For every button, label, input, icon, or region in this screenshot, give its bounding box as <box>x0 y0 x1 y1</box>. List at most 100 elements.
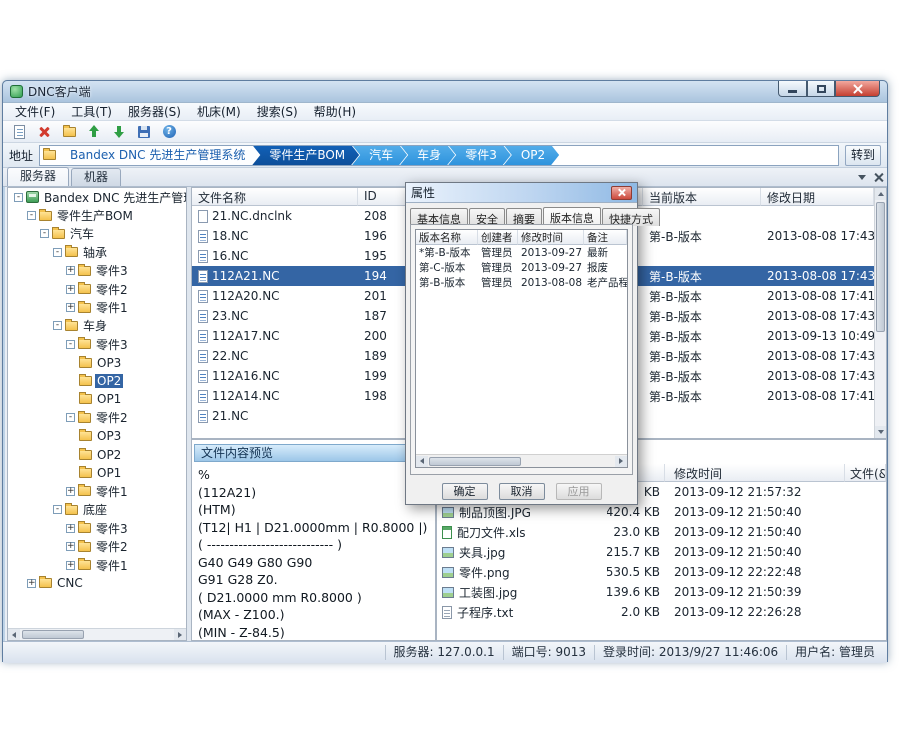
tree-item[interactable]: OP3 <box>8 354 186 372</box>
tree-item[interactable]: +零件3 <box>8 519 186 537</box>
pane-dropdown-icon[interactable] <box>858 175 866 180</box>
version-column-header[interactable]: 修改时间 <box>518 230 584 245</box>
expander-icon[interactable]: + <box>66 266 75 275</box>
column-header-id[interactable]: ID <box>358 188 412 206</box>
tree-item[interactable]: +CNC <box>8 574 186 592</box>
breadcrumb-item[interactable]: 零件3 <box>448 145 511 165</box>
tree-item[interactable]: +零件1 <box>8 298 186 316</box>
go-button[interactable]: 转到 <box>845 145 881 166</box>
menu-item[interactable]: 工具(T) <box>63 102 120 121</box>
tree-item[interactable]: -轴承 <box>8 243 186 261</box>
tree-item[interactable]: OP2 <box>8 372 186 390</box>
scroll-thumb[interactable] <box>22 630 84 639</box>
tree-item[interactable]: +零件2 <box>8 280 186 298</box>
breadcrumb-item[interactable]: 车身 <box>400 145 455 165</box>
menu-item[interactable]: 机床(M) <box>189 102 249 121</box>
version-column-header[interactable]: 备注 <box>584 230 627 245</box>
upload-icon-button[interactable] <box>85 123 103 141</box>
expander-icon[interactable]: + <box>66 542 75 551</box>
expander-icon[interactable]: + <box>66 561 75 570</box>
column-header-version[interactable]: 当前版本 <box>643 188 761 206</box>
tree-item[interactable]: OP3 <box>8 427 186 445</box>
column-header-file[interactable]: 文件(& <box>845 464 886 482</box>
tree-item[interactable]: +零件1 <box>8 482 186 500</box>
tree-item[interactable]: OP2 <box>8 445 186 463</box>
minimize-button[interactable] <box>778 81 807 97</box>
version-row[interactable]: *第-B-版本管理员2013-09-27 14:最新 <box>416 245 627 260</box>
expander-icon[interactable]: - <box>53 248 62 257</box>
close-button[interactable] <box>835 81 880 97</box>
version-column-header[interactable]: 创建者 <box>478 230 518 245</box>
tab-servers[interactable]: 服务器 <box>7 167 69 186</box>
breadcrumb-item[interactable]: Bandex DNC 先进生产管理系统 <box>60 145 259 165</box>
tree-item[interactable]: OP1 <box>8 390 186 408</box>
tree-item[interactable]: -零件3 <box>8 335 186 353</box>
tree-item[interactable]: +零件2 <box>8 537 186 555</box>
file-list-scrollbar[interactable] <box>874 188 886 438</box>
dialog-list-scrollbar[interactable] <box>416 454 627 467</box>
column-header-filename[interactable]: 文件名称 <box>192 188 358 206</box>
menu-item[interactable]: 服务器(S) <box>120 102 189 121</box>
tree-item[interactable]: +零件3 <box>8 262 186 280</box>
table-row[interactable]: 零件.png530.5 KB2013-09-12 22:22:48 <box>437 562 886 582</box>
tree-item[interactable]: -汽车 <box>8 225 186 243</box>
delete-icon-button[interactable] <box>35 123 53 141</box>
tree-horizontal-scrollbar[interactable] <box>8 628 186 640</box>
menu-item[interactable]: 搜索(S) <box>249 102 306 121</box>
menu-item[interactable]: 帮助(H) <box>306 102 364 121</box>
apply-button[interactable]: 应用 <box>556 483 602 500</box>
scroll-right-icon[interactable] <box>615 456 627 467</box>
dialog-close-button[interactable] <box>611 186 632 200</box>
table-row[interactable]: 配刀文件.xls23.0 KB2013-09-12 21:50:40 <box>437 522 886 542</box>
expander-icon[interactable]: + <box>27 579 36 588</box>
breadcrumb-item[interactable]: 零件生产BOM <box>252 145 359 165</box>
column-header-date[interactable]: 修改日期 <box>761 188 874 206</box>
folder-icon-button[interactable] <box>60 123 78 141</box>
save-icon-button[interactable] <box>135 123 153 141</box>
title-bar[interactable]: DNC客户端 <box>3 81 887 102</box>
expander-icon[interactable]: - <box>53 505 62 514</box>
table-row[interactable]: 工装图.jpg139.6 KB2013-09-12 21:50:39 <box>437 582 886 602</box>
expander-icon[interactable]: + <box>66 524 75 533</box>
scroll-left-icon[interactable] <box>416 456 428 467</box>
table-row[interactable]: 制品顶图.JPG420.4 KB2013-09-12 21:50:40 <box>437 502 886 522</box>
document-icon-button[interactable] <box>10 123 28 141</box>
scroll-thumb[interactable] <box>429 457 521 466</box>
expander-icon[interactable]: + <box>66 285 75 294</box>
breadcrumb-item[interactable]: OP2 <box>504 145 559 165</box>
scroll-right-icon[interactable] <box>174 629 186 640</box>
tree-item[interactable]: -零件生产BOM <box>8 206 186 224</box>
scroll-thumb[interactable] <box>876 202 885 332</box>
version-row[interactable]: 第-C-版本管理员2013-09-27 14:报废 <box>416 260 627 275</box>
expander-icon[interactable]: - <box>66 340 75 349</box>
menu-item[interactable]: 文件(F) <box>7 102 63 121</box>
cancel-button[interactable]: 取消 <box>499 483 545 500</box>
expander-icon[interactable]: - <box>66 413 75 422</box>
scroll-up-icon[interactable] <box>875 188 886 200</box>
tree-item[interactable]: +零件1 <box>8 556 186 574</box>
expander-icon[interactable]: - <box>27 211 36 220</box>
table-row[interactable]: 夹具.jpg215.7 KB2013-09-12 21:50:40 <box>437 542 886 562</box>
tree-item[interactable]: -零件2 <box>8 409 186 427</box>
tree-item[interactable]: -Bandex DNC 先进生产管理系统 <box>8 188 186 206</box>
download-icon-button[interactable] <box>110 123 128 141</box>
scroll-down-icon[interactable] <box>875 426 886 438</box>
tree-item[interactable]: OP1 <box>8 464 186 482</box>
column-header-modified[interactable]: 修改时间 <box>665 464 845 482</box>
tree-item[interactable]: -车身 <box>8 317 186 335</box>
scroll-left-icon[interactable] <box>8 629 20 640</box>
expander-icon[interactable]: - <box>53 321 62 330</box>
ok-button[interactable]: 确定 <box>442 483 488 500</box>
version-column-header[interactable]: 版本名称 <box>416 230 478 245</box>
help-icon-button[interactable]: ? <box>160 123 178 141</box>
dialog-title-bar[interactable]: 属性 <box>406 183 637 203</box>
tab-machines[interactable]: 机器 <box>71 168 121 186</box>
expander-icon[interactable]: + <box>66 487 75 496</box>
expander-icon[interactable]: - <box>14 193 23 202</box>
expander-icon[interactable]: - <box>40 229 49 238</box>
maximize-button[interactable] <box>807 81 835 97</box>
table-row[interactable]: 子程序.txt2.0 KB2013-09-12 22:26:28 <box>437 602 886 622</box>
tree-item[interactable]: -底座 <box>8 501 186 519</box>
expander-icon[interactable]: + <box>66 303 75 312</box>
breadcrumb-item[interactable]: 汽车 <box>352 145 407 165</box>
